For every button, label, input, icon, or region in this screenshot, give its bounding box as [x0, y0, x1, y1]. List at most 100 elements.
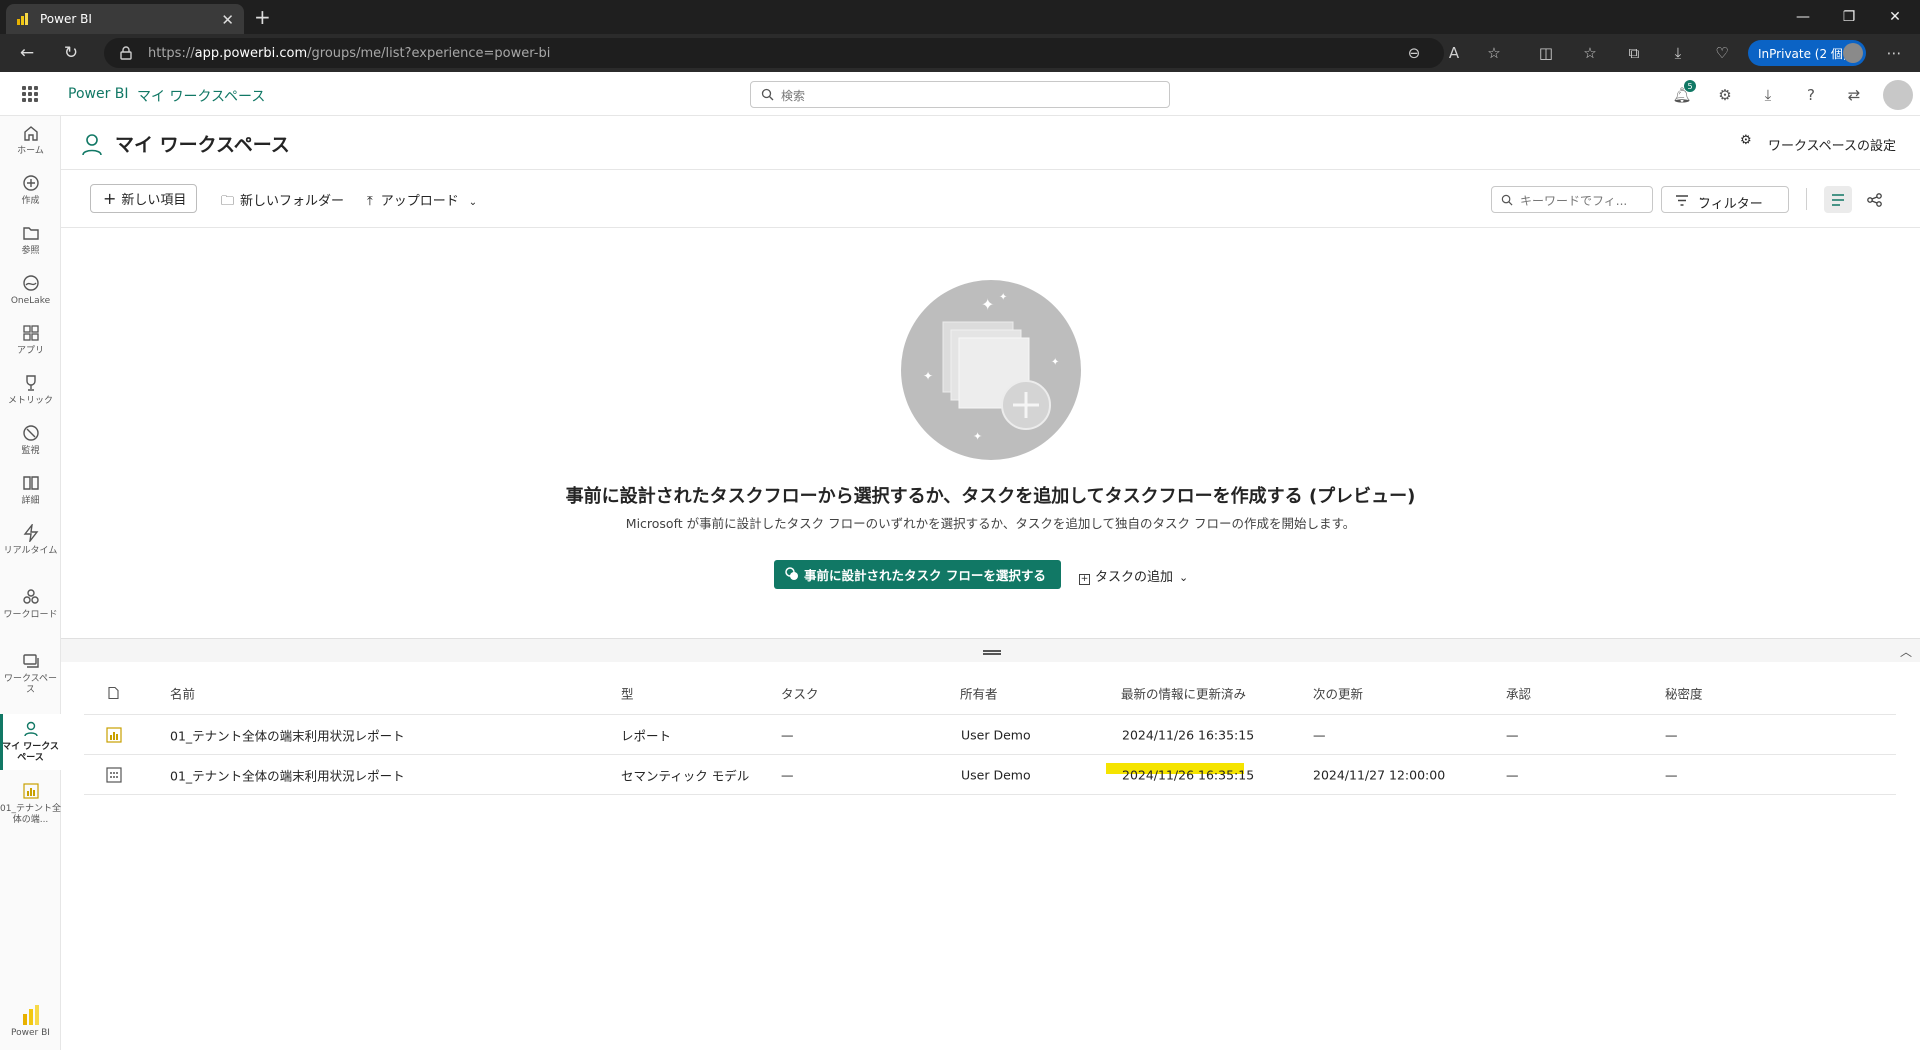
divider [1806, 188, 1807, 210]
close-tab-icon[interactable]: ✕ [221, 11, 234, 29]
favorites-icon[interactable]: ☆ [1580, 43, 1600, 63]
lineage-view-icon [1867, 192, 1882, 207]
chevron-down-icon: ⌄ [1179, 571, 1189, 584]
nav-home[interactable]: ホーム [0, 122, 61, 166]
item-refreshed: 2024/11/26 16:35:15 [1122, 727, 1255, 742]
upload-label: アップロード [380, 194, 459, 209]
downloads-icon[interactable]: ⤓ [1668, 43, 1688, 63]
item-owner: User Demo [961, 767, 1031, 782]
nav-label: 作成 [21, 196, 40, 206]
nav-apps[interactable]: アプリ [0, 322, 61, 366]
download-icon[interactable]: ⤓ [1758, 85, 1778, 105]
upload-button[interactable]: ⤒ アップロード ⌄ [367, 190, 477, 209]
restore-icon[interactable]: ❐ [1826, 0, 1872, 34]
nav-learn[interactable]: 詳細 [0, 472, 61, 516]
new-folder-button[interactable]: 🗀︎ 新しいフォルダー [221, 190, 344, 214]
settings-gear-icon[interactable]: ⚙ [1715, 85, 1735, 105]
item-next-refresh: 2024/11/27 12:00:00 [1313, 767, 1446, 782]
file-type-icon [108, 686, 119, 700]
nav-monitor[interactable]: 監視 [0, 422, 61, 466]
collections-icon[interactable]: ⧉ [1624, 43, 1644, 63]
nav-metrics[interactable]: メトリック [0, 372, 61, 416]
collapse-up-icon[interactable]: ︿ [1900, 643, 1912, 660]
nav-browse[interactable]: 参照 [0, 222, 61, 266]
user-avatar[interactable] [1883, 80, 1913, 110]
nav-my-workspace[interactable]: マイ ワークスペース [0, 714, 61, 770]
browser-essentials-icon[interactable]: ♡ [1712, 43, 1732, 63]
powerbi-footer[interactable]: Power BI [0, 1000, 61, 1050]
new-item-button[interactable]: + 新しい項目 [90, 184, 198, 213]
nav-create[interactable]: 作成 [0, 172, 61, 216]
share-link-icon[interactable]: ⇄ [1844, 85, 1864, 105]
svg-text:✦: ✦ [981, 295, 994, 314]
nav-onelake[interactable]: OneLake [0, 272, 61, 316]
main-content: マイ ワークスペース ⚙ ワークスペースの設定 + 新しい項目 🗀︎ 新しいフォルダ… [61, 116, 1920, 1050]
item-name-link[interactable]: 01_テナント全体の端末利用状況レポート [170, 765, 405, 784]
split-screen-icon[interactable]: ◫ [1536, 43, 1556, 63]
zoom-icon[interactable]: ⊖ [1404, 43, 1424, 63]
nav-recent-report[interactable]: 01_テナント全体の端... [0, 780, 61, 830]
monitor-icon [20, 422, 42, 444]
brand-name[interactable]: Power BI [68, 86, 129, 102]
nav-workload[interactable]: ワークロード [0, 586, 61, 642]
col-type[interactable]: 型 [621, 684, 634, 703]
nav-realtime[interactable]: リアルタイム [0, 522, 61, 578]
item-name-link[interactable]: 01_テナント全体の端末利用状況レポート [170, 725, 405, 744]
browse-icon [20, 222, 42, 244]
semantic-model-icon [106, 766, 122, 783]
task-flow-empty-state: ✦ ✦ ✦ ✦ ✦ 事前に設計されたタスクフローから選択するか、タスクを追加して… [61, 228, 1920, 638]
help-icon[interactable]: ? [1801, 85, 1821, 105]
select-task-flow-button[interactable]: 事前に設計されたタスク フローを選択する [774, 560, 1061, 589]
svg-text:✦: ✦ [973, 430, 982, 443]
keyword-filter-input[interactable]: キーワードでフィ... [1491, 186, 1653, 213]
new-item-label: 新しい項目 [121, 193, 187, 208]
filter-button[interactable]: フィルター ⌄ [1661, 186, 1789, 213]
new-tab-icon[interactable]: + [254, 5, 271, 29]
breadcrumb[interactable]: マイ ワークスペース [137, 86, 265, 106]
workspace-settings-button[interactable]: ⚙ ワークスペースの設定 [1740, 133, 1896, 154]
pane-splitter[interactable]: ︿ [61, 638, 1920, 662]
workload-icon [20, 586, 42, 608]
col-name[interactable]: 名前 [170, 684, 195, 703]
drag-handle-icon[interactable] [983, 650, 1001, 655]
read-aloud-icon[interactable]: A [1444, 43, 1464, 63]
nav-workspaces[interactable]: ワークスペース [0, 650, 61, 706]
table-row[interactable]: 01_テナント全体の端末利用状況レポート セマンティック モデル — User … [84, 755, 1896, 795]
more-icon[interactable]: ⋯ [1884, 43, 1904, 63]
favorite-star-icon[interactable]: ☆ [1484, 43, 1504, 63]
url-field[interactable]: https://app.powerbi.com/groups/me/list?e… [104, 38, 1444, 68]
url-domain: app.powerbi.com [194, 46, 308, 61]
back-icon[interactable]: ← [16, 42, 38, 64]
app-launcher-icon[interactable] [22, 86, 38, 102]
toolbar: + 新しい項目 🗀︎ 新しいフォルダー ⤒ アップロード ⌄ キーワードでフィ... フ… [61, 170, 1920, 228]
upload-icon: ⤒ [367, 194, 373, 209]
item-next-refresh: — [1313, 727, 1326, 742]
refresh-icon[interactable]: ↻ [60, 42, 82, 64]
svg-text:✦: ✦ [923, 369, 933, 383]
inprivate-badge[interactable]: InPrivate (2 個) [1748, 40, 1866, 66]
item-endorsement: — [1506, 767, 1519, 782]
plus-icon: + [103, 189, 117, 208]
workspace-header: マイ ワークスペース ⚙ ワークスペースの設定 [61, 116, 1920, 170]
search-icon [1501, 194, 1513, 206]
col-refreshed[interactable]: 最新の情報に更新済み [1121, 684, 1246, 703]
gear-icon: ⚙ [1739, 133, 1752, 148]
lineage-view-button[interactable] [1861, 186, 1889, 213]
workspaces-icon [20, 650, 42, 672]
add-task-button[interactable]: + タスクの追加 ⌄ [1079, 566, 1188, 585]
col-endorsement[interactable]: 承認 [1506, 684, 1531, 703]
col-task[interactable]: タスク [781, 684, 819, 703]
list-view-button[interactable] [1824, 186, 1852, 213]
browser-tab[interactable]: Power BI ✕ [6, 4, 244, 34]
close-window-icon[interactable]: ✕ [1872, 0, 1918, 34]
realtime-icon [20, 522, 42, 544]
search-input[interactable]: 検索 [750, 81, 1170, 108]
url-prefix: https:// [148, 46, 195, 61]
minimize-icon[interactable]: — [1780, 0, 1826, 34]
table-row[interactable]: 01_テナント全体の端末利用状況レポート レポート — User Demo 20… [84, 715, 1896, 755]
col-owner[interactable]: 所有者 [960, 684, 998, 703]
nav-label: ホーム [17, 146, 44, 156]
col-next-refresh[interactable]: 次の更新 [1313, 684, 1363, 703]
col-sensitivity[interactable]: 秘密度 [1665, 684, 1703, 703]
page-title: マイ ワークスペース [115, 134, 290, 156]
